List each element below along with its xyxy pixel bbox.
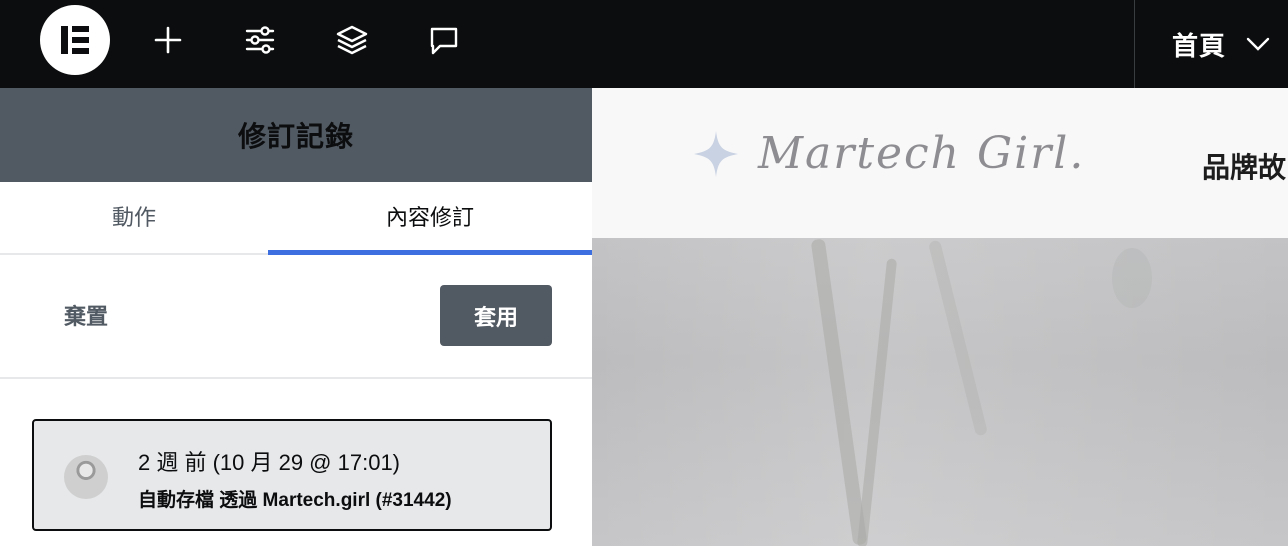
avatar (64, 455, 108, 499)
site-header: Martech Girl. 品牌故 (592, 88, 1288, 238)
revision-meta: 自動存檔 透過 Martech.girl (#31442) (138, 490, 452, 511)
page-preview: Martech Girl. 品牌故 (592, 88, 1288, 546)
sparkle-icon (694, 130, 738, 177)
layers-icon[interactable] (332, 20, 372, 60)
hero-image (592, 238, 1288, 546)
history-tabs: 動作 內容修訂 (0, 182, 592, 255)
panel-title: 修訂記錄 (237, 121, 354, 152)
revision-item[interactable]: 2 週 前 (10 月 29 @ 17:01) 自動存檔 透過 Martech.… (32, 419, 552, 531)
page-selector[interactable]: 首頁 (1134, 0, 1288, 88)
panel-header: 修訂記錄 (0, 88, 592, 182)
tab-actions[interactable]: 動作 (0, 182, 268, 253)
sliders-icon[interactable] (240, 20, 280, 60)
apply-button[interactable]: 套用 (440, 285, 552, 346)
editor-topbar: 首頁 (0, 0, 1288, 88)
revision-actions: 棄置 套用 (0, 255, 592, 379)
page-selector-label: 首頁 (1172, 30, 1227, 61)
comment-icon[interactable] (424, 20, 464, 60)
elementor-logo-icon[interactable] (40, 5, 110, 75)
tab-revisions[interactable]: 內容修訂 (268, 182, 592, 255)
site-logo[interactable]: Martech Girl. (692, 128, 1085, 179)
nav-item-brand-story[interactable]: 品牌故 (1202, 146, 1286, 186)
discard-button[interactable]: 棄置 (64, 299, 108, 331)
site-logo-text: Martech Girl. (758, 128, 1086, 179)
plus-icon[interactable] (148, 20, 188, 60)
history-panel: 修訂記錄 動作 內容修訂 棄置 套用 2 週 前 (10 月 29 @ 17:0… (0, 88, 592, 546)
revision-date: 2 週 前 (10 月 29 @ 17:01) (138, 450, 401, 475)
chevron-down-icon (1246, 36, 1270, 57)
